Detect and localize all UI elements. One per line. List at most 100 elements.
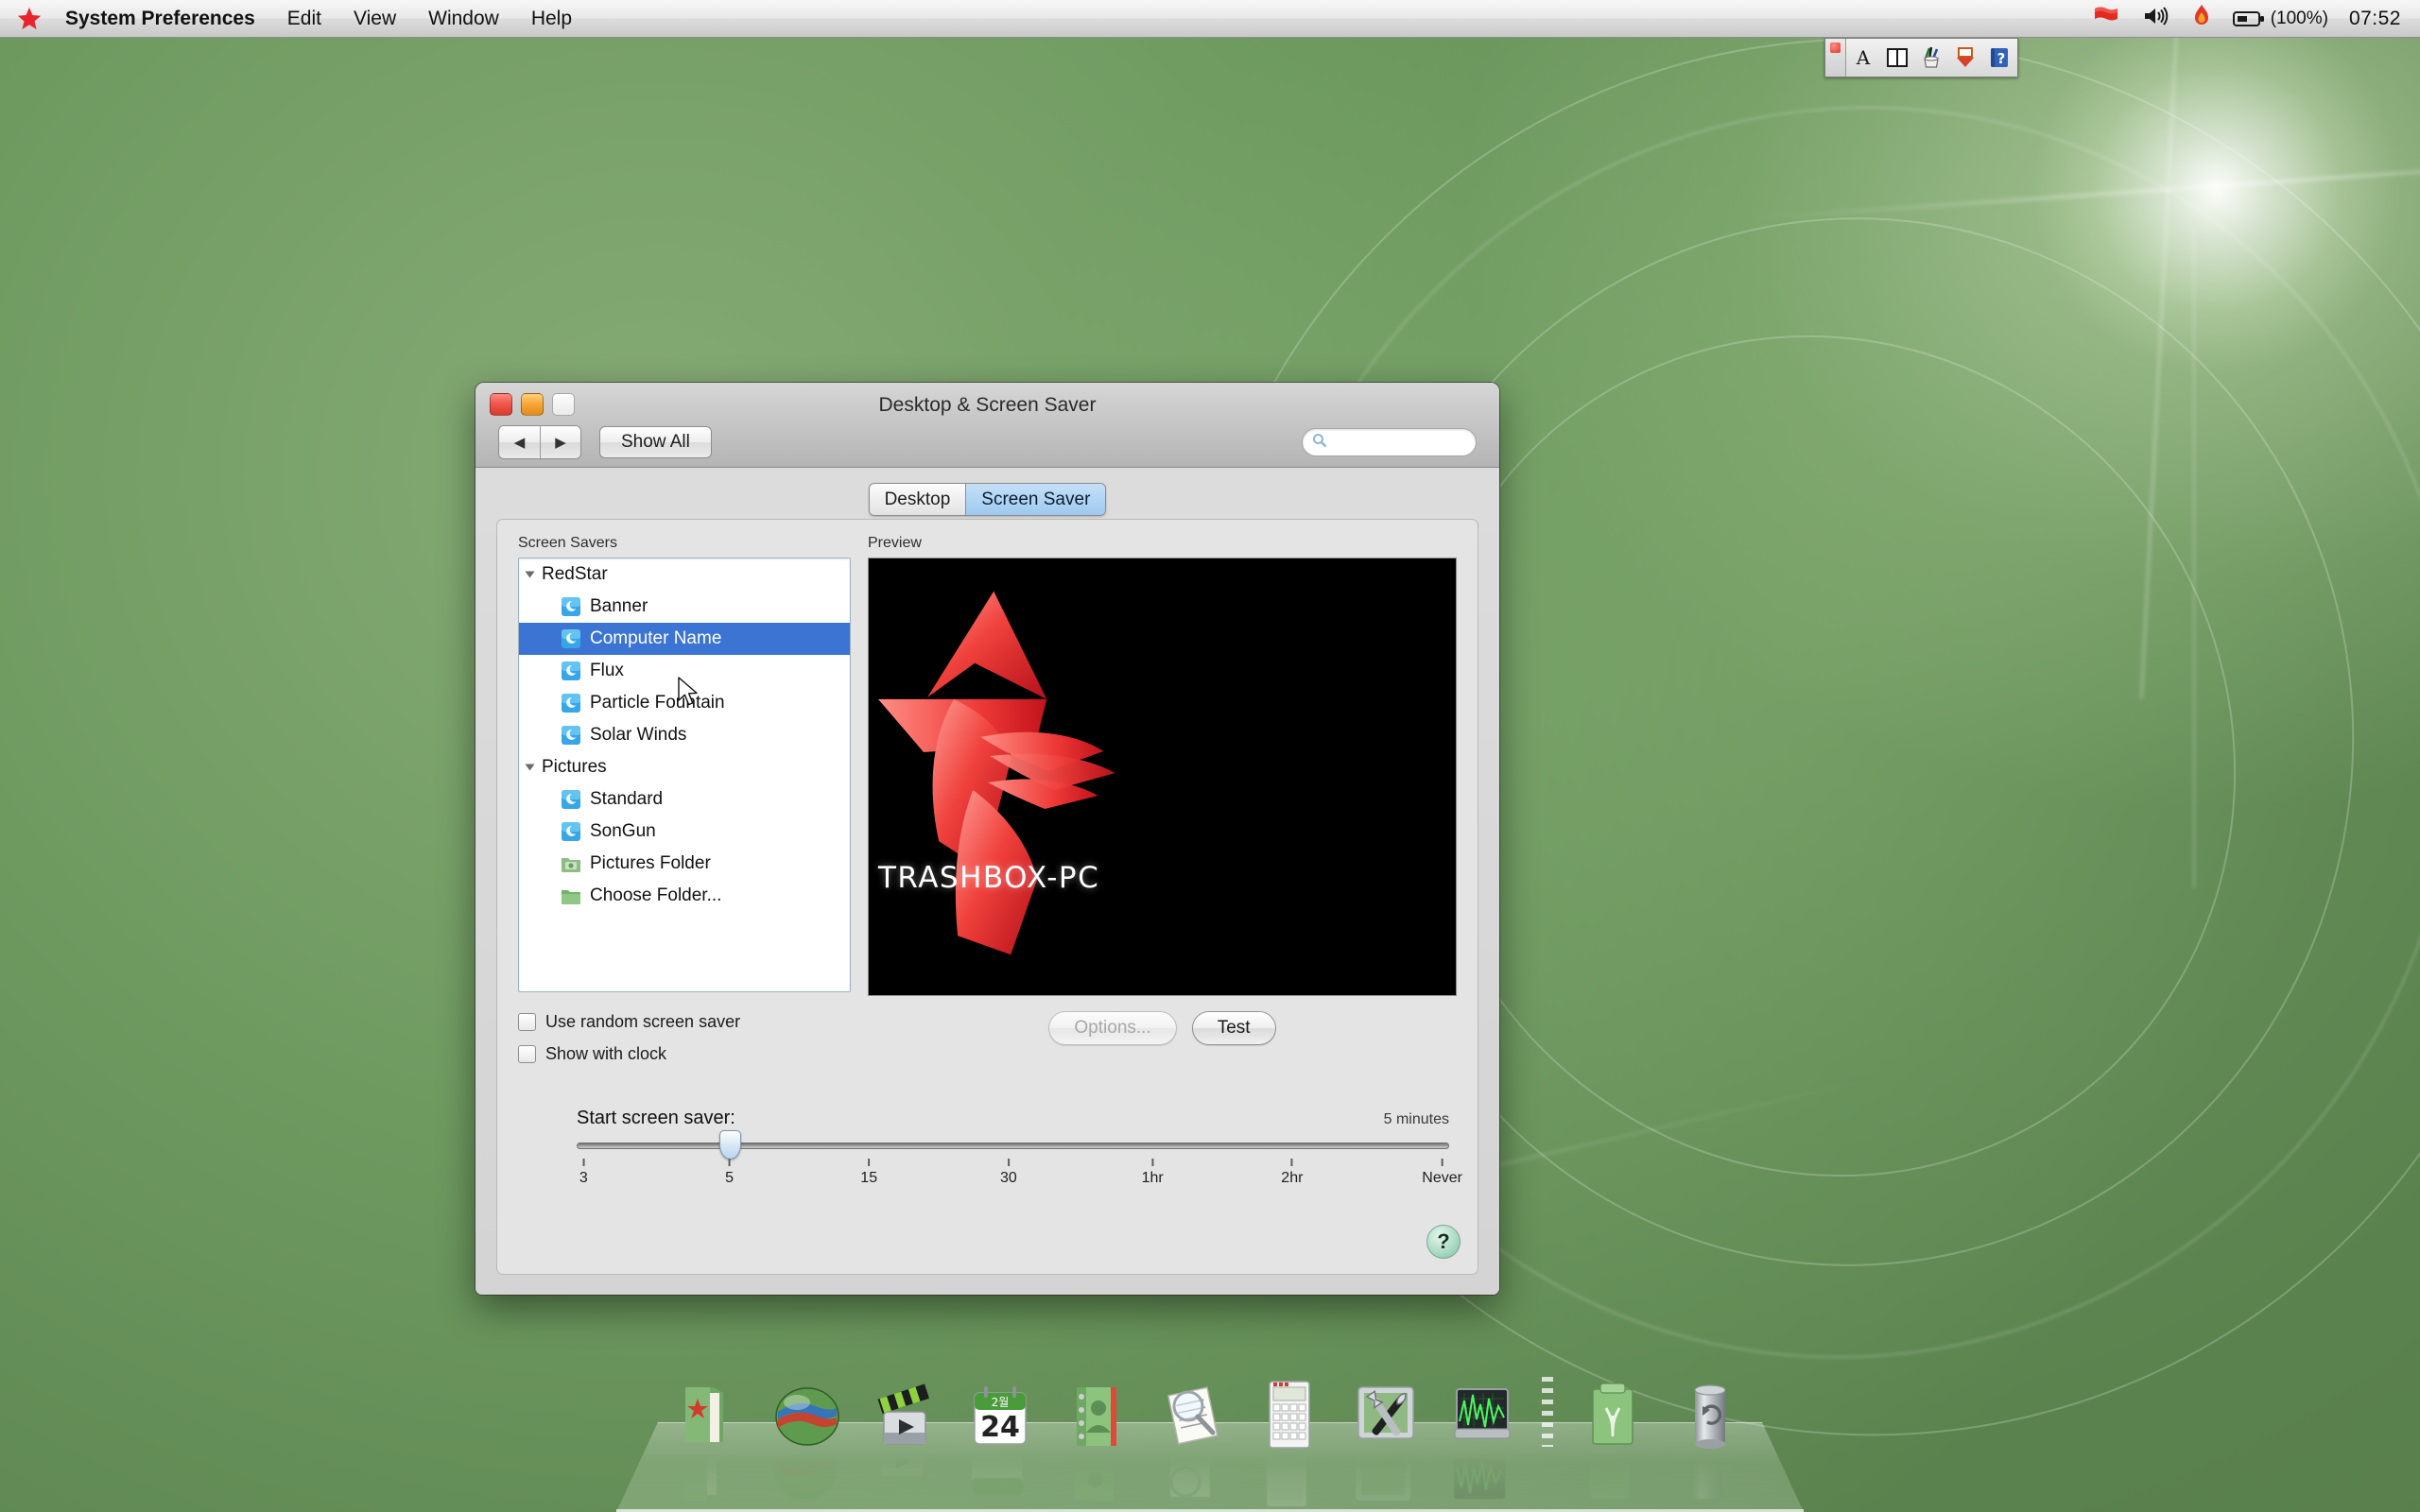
tab-desktop[interactable]: Desktop — [869, 484, 966, 515]
list-item-label: Flux — [590, 661, 624, 680]
wallpaper-light-streak — [2193, 227, 2195, 888]
slider-value-label: 5 minutes — [1383, 1111, 1449, 1127]
list-group-header[interactable]: RedStar — [519, 558, 850, 591]
wallpaper-light-streak — [1750, 151, 2420, 220]
tab-bar[interactable]: Desktop Screen Saver — [496, 483, 1478, 516]
list-item[interactable]: SonGun — [519, 816, 850, 848]
dock-item-media-player[interactable] — [860, 1368, 947, 1476]
dock-item-contacts[interactable] — [1053, 1368, 1140, 1501]
slider-tick: 1hr — [1142, 1159, 1164, 1187]
red-star-icon[interactable] — [13, 3, 45, 35]
start-screen-saver-slider-block: Start screen saver: 5 minutes 3 5 15 30 1hr 2… — [518, 1108, 1462, 1194]
slider-tick-mark — [868, 1159, 871, 1166]
download-icon[interactable] — [1948, 39, 1982, 77]
list-group-header[interactable]: Pictures — [519, 751, 850, 783]
slider-tick: 15 — [860, 1159, 877, 1187]
checkbox-label: Show with clock — [545, 1043, 667, 1063]
list-item[interactable]: Flux — [519, 655, 850, 687]
preview-computer-name: TRASHBOX-PC — [878, 861, 1100, 895]
menu-item-window[interactable]: Window — [412, 0, 515, 38]
list-item-label: Standard — [590, 789, 664, 809]
dock-item-calendar[interactable]: 2월 24 — [957, 1368, 1044, 1495]
show-all-button[interactable]: Show All — [599, 426, 712, 458]
palette-close-button[interactable] — [1825, 39, 1846, 77]
system-preferences-window[interactable]: Desktop & Screen Saver ◀ ▶ Show All Desk… — [475, 383, 1499, 1295]
checkbox-box[interactable] — [518, 1012, 536, 1031]
test-button[interactable]: Test — [1191, 1011, 1276, 1045]
floating-input-palette[interactable]: A ? — [1824, 38, 2018, 77]
slider-title: Start screen saver: — [577, 1108, 735, 1128]
list-item-label: Pictures Folder — [590, 853, 711, 873]
window-content: Desktop Screen Saver Screen Savers RedSt… — [475, 468, 1499, 1295]
flame-icon[interactable] — [2191, 4, 2212, 34]
preview-label: Preview — [868, 535, 922, 551]
slider-track-wrap[interactable] — [577, 1130, 1449, 1160]
dock-item-calculator[interactable] — [1246, 1368, 1333, 1506]
dock-item-activity-monitor[interactable] — [1439, 1368, 1526, 1499]
menu-item-help[interactable]: Help — [515, 0, 588, 38]
checkbox-use-random-screen-saver[interactable]: Use random screen saver — [518, 1005, 851, 1038]
list-item[interactable]: Banner — [519, 591, 850, 623]
list-item[interactable]: Particle Fountain — [519, 687, 850, 719]
navigation-buttons[interactable]: ◀ ▶ — [498, 425, 581, 459]
dock[interactable]: 2월 24 — [616, 1356, 1804, 1512]
checkbox-label: Use random screen saver — [545, 1011, 741, 1031]
screensaver-icon — [561, 661, 581, 681]
list-item-selected[interactable]: Computer Name — [519, 623, 850, 655]
tab-screen-saver[interactable]: Screen Saver — [965, 484, 1106, 515]
svg-text:2월: 2월 — [992, 1396, 1010, 1409]
dock-item-utilities[interactable] — [1342, 1368, 1429, 1501]
menu-clock[interactable]: 07:52 — [2349, 8, 2401, 30]
screen-saver-preview[interactable]: TRASHBOX-PC — [868, 558, 1457, 996]
slider-tick-mark — [1290, 1159, 1293, 1166]
group-label: Pictures — [542, 757, 607, 777]
screensaver-icon — [561, 821, 581, 842]
search-icon — [1312, 433, 1327, 453]
red-flag-icon[interactable] — [2093, 5, 2121, 33]
slider-tick-label: Never — [1422, 1170, 1462, 1186]
screensaver-icon — [561, 725, 581, 746]
search-field[interactable] — [1302, 428, 1477, 456]
dock-item-text-editor[interactable] — [1569, 1368, 1656, 1499]
slider-track[interactable] — [577, 1143, 1449, 1149]
text-font-icon[interactable]: A — [1846, 39, 1880, 77]
battery-status[interactable]: (100%) — [2232, 8, 2328, 29]
panels-icon[interactable] — [1880, 39, 1914, 77]
list-item[interactable]: Standard — [519, 783, 850, 816]
dock-item-trash[interactable] — [1666, 1368, 1753, 1499]
battery-percent: (100%) — [2270, 8, 2328, 28]
dock-item-finder[interactable] — [667, 1368, 754, 1501]
checkbox-show-with-clock[interactable]: Show with clock — [518, 1038, 851, 1070]
wallpaper-light-streak — [2139, 0, 2193, 699]
pen-cup-icon[interactable] — [1914, 39, 1948, 77]
help-book-icon[interactable]: ? — [1982, 39, 2016, 77]
options-button[interactable]: Options... — [1048, 1011, 1177, 1045]
list-item[interactable]: Pictures Folder — [519, 848, 850, 880]
menu-item-view[interactable]: View — [337, 0, 412, 38]
folder-icon — [561, 885, 581, 906]
forward-button[interactable]: ▶ — [540, 426, 580, 458]
slider-knob[interactable] — [718, 1130, 741, 1160]
volume-icon[interactable] — [2142, 5, 2170, 33]
list-item-label: SonGun — [590, 821, 656, 841]
disclosure-triangle-icon[interactable] — [525, 764, 535, 771]
menu-item-edit[interactable]: Edit — [271, 0, 337, 38]
slider-tick-mark — [1007, 1159, 1010, 1166]
list-item[interactable]: Choose Folder... — [519, 880, 850, 912]
dock-item-web-browser[interactable] — [764, 1368, 851, 1500]
slider-tick-label: 5 — [725, 1170, 734, 1186]
screen-saver-panel: Screen Savers RedStar Banner Computer Na… — [496, 519, 1478, 1275]
list-item-label: Particle Fountain — [590, 693, 725, 713]
slider-tick: Never — [1422, 1159, 1462, 1187]
window-titlebar[interactable]: Desktop & Screen Saver ◀ ▶ Show All — [475, 383, 1499, 468]
back-button[interactable]: ◀ — [499, 426, 540, 458]
menu-app-name[interactable]: System Preferences — [49, 0, 271, 38]
dock-item-preview[interactable] — [1150, 1368, 1236, 1498]
screen-savers-list[interactable]: RedStar Banner Computer Name Flux Partic… — [518, 558, 851, 992]
search-input[interactable] — [1334, 434, 1466, 451]
help-button[interactable]: ? — [1426, 1225, 1461, 1259]
screensaver-icon — [561, 693, 581, 713]
disclosure-triangle-icon[interactable] — [525, 571, 535, 578]
list-item[interactable]: Solar Winds — [519, 719, 850, 751]
checkbox-box[interactable] — [518, 1044, 536, 1063]
